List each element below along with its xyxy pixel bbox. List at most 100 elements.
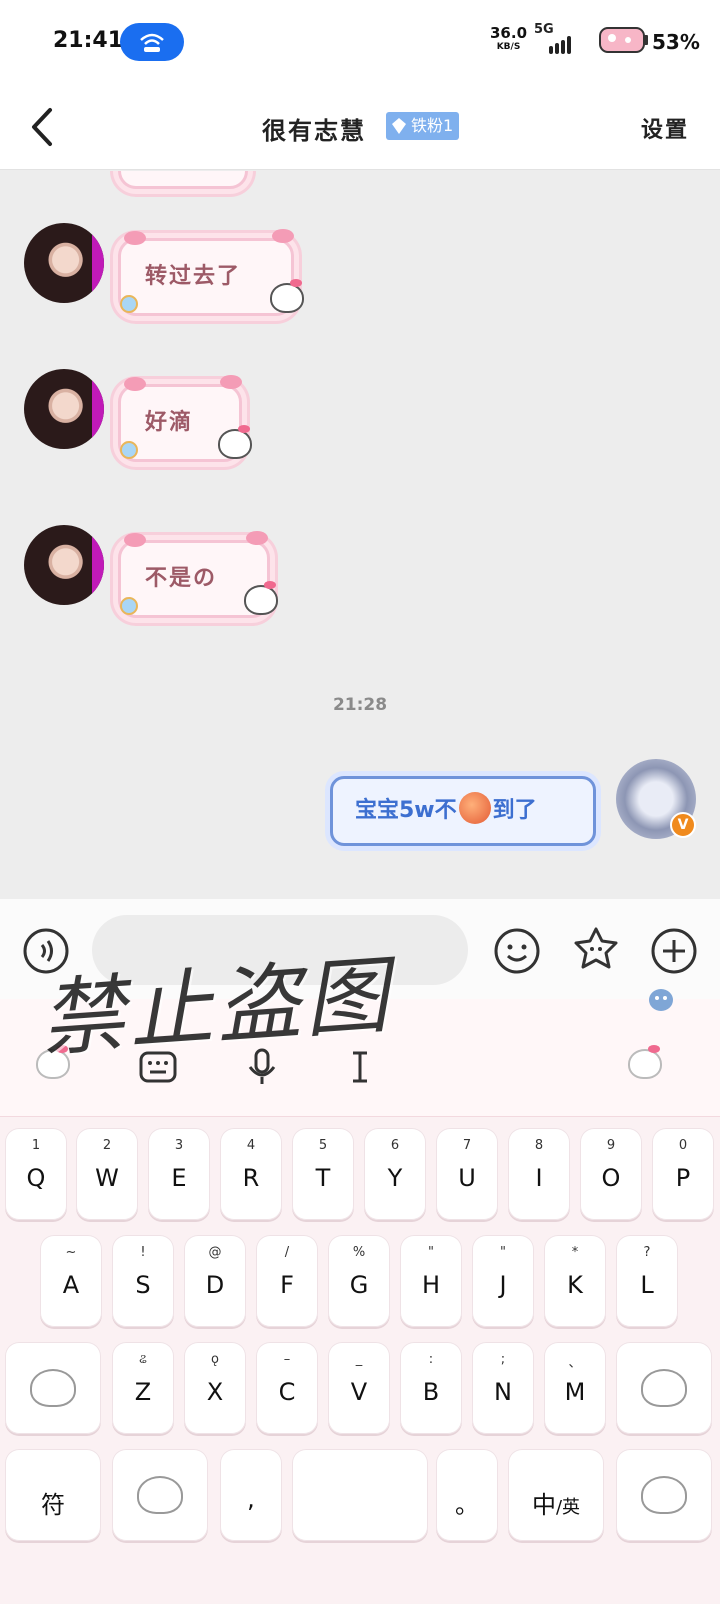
key-secondary-label: 0 [678,1138,688,1153]
message-text: 不是の [145,566,218,591]
key-p[interactable]: 0P [652,1128,714,1220]
contact-name[interactable]: 很有志慧 [262,111,366,146]
peach-icon [458,792,491,824]
bow-decoration [124,533,146,547]
microphone-icon[interactable] [242,1047,282,1087]
key-label: O [601,1164,621,1192]
bow-decoration [124,377,146,391]
key-label: R [242,1164,260,1192]
key-label: D [205,1271,225,1299]
hotspot-indicator[interactable] [120,23,184,61]
plus-icon[interactable] [650,927,698,975]
key-m[interactable]: 、 M [544,1342,606,1434]
key-u[interactable]: 7U [436,1128,498,1220]
bow-decoration [220,375,242,389]
key-label: , [247,1485,255,1513]
heart-decoration [120,295,138,313]
partial-bubble [118,171,248,189]
key-secondary-label: 7 [462,1138,472,1153]
hello-kitty-sticker [270,279,304,313]
network-type: 5G [534,22,554,37]
key-secondary-label: 2 [102,1138,112,1153]
status-bar: 21:41 36.0 KB/S 5G 53% [0,0,720,84]
key-i[interactable]: 8I [508,1128,570,1220]
key-secondary-label: % [352,1245,366,1260]
contact-avatar[interactable] [24,369,104,449]
kitty-decoration [36,1045,70,1079]
language-switch-key[interactable]: 中/英 [508,1449,604,1541]
status-time: 21:41 [53,28,124,53]
hello-kitty-sticker [244,581,278,615]
key-label: 中/英 [531,1491,581,1519]
key-label: A [62,1271,80,1299]
voice-icon[interactable] [22,927,70,975]
timestamp: 21:28 [332,695,388,715]
key-label: H [421,1271,441,1299]
key-secondary-label: 1 [31,1138,41,1153]
key-label: 符 [41,1491,65,1519]
bow-decoration [124,231,146,245]
key-label: B [422,1378,440,1406]
key-secondary-label: _ [355,1352,363,1367]
keyboard-icon[interactable] [138,1047,178,1087]
message-list[interactable]: 转过去了 好滴 不是の 21:28 宝宝5w不 到了 V [0,171,720,899]
key-r[interactable]: 4R [220,1128,282,1220]
kitty-emoji-icon [137,1476,183,1514]
key-b[interactable]: :B [400,1342,462,1434]
key-v[interactable]: _ V [328,1342,390,1434]
space-key[interactable] [292,1449,428,1541]
backspace-key[interactable] [616,1342,712,1434]
enter-key[interactable] [616,1449,712,1541]
key-secondary-label: * [571,1245,579,1260]
key-c[interactable]: – C [256,1342,318,1434]
key-l[interactable]: ? L [616,1235,678,1327]
key-z[interactable]: ଌZ [112,1342,174,1434]
key-label: 。 [455,1491,479,1519]
message-bubble[interactable]: 转过去了 [118,238,294,316]
settings-button[interactable]: 设置 [641,112,689,144]
key-k[interactable]: * K [544,1235,606,1327]
key-a[interactable]: ~ A [40,1235,102,1327]
period-key[interactable]: 。 [436,1449,498,1541]
key-o[interactable]: 9O [580,1128,642,1220]
key-secondary-label: ~ [65,1245,77,1260]
shift-key[interactable] [5,1342,101,1434]
key-s[interactable]: ! S [112,1235,174,1327]
key-j[interactable]: " J [472,1235,534,1327]
key-secondary-label: ; [500,1352,506,1367]
key-f[interactable]: / F [256,1235,318,1327]
key-h[interactable]: " H [400,1235,462,1327]
contact-avatar[interactable] [24,525,104,605]
key-q[interactable]: 1Q [5,1128,67,1220]
key-label: P [675,1164,691,1192]
message-input[interactable] [92,915,468,985]
message-text: 转过去了 [145,264,242,289]
message-text: 好滴 [145,410,194,435]
comma-key[interactable]: , [220,1449,282,1541]
emoji-key[interactable] [112,1449,208,1541]
key-y[interactable]: 6Y [364,1128,426,1220]
key-label: K [567,1271,583,1299]
key-g[interactable]: % G [328,1235,390,1327]
key-secondary-label: " [500,1245,506,1260]
back-icon[interactable] [24,104,64,150]
bird-icon [649,989,673,1011]
key-label: X [206,1378,224,1406]
key-e[interactable]: 3E [148,1128,210,1220]
symbol-key[interactable]: 符 [5,1449,101,1541]
key-secondary-label: 6 [390,1138,400,1153]
key-d[interactable]: @ D [184,1235,246,1327]
key-w[interactable]: 2W [76,1128,138,1220]
key-x[interactable]: ǫX [184,1342,246,1434]
sticker-icon[interactable] [572,925,620,973]
contact-avatar[interactable] [24,223,104,303]
key-secondary-label: 9 [606,1138,616,1153]
key-n[interactable]: ; N [472,1342,534,1434]
emoji-icon[interactable] [493,927,541,975]
key-label: N [494,1378,512,1406]
cursor-icon[interactable] [340,1047,380,1087]
keyboard-toolbar [0,989,720,1117]
key-t[interactable]: 5T [292,1128,354,1220]
key-secondary-label: – [283,1352,291,1367]
my-message-bubble[interactable]: 宝宝5w不 到了 [330,776,596,846]
